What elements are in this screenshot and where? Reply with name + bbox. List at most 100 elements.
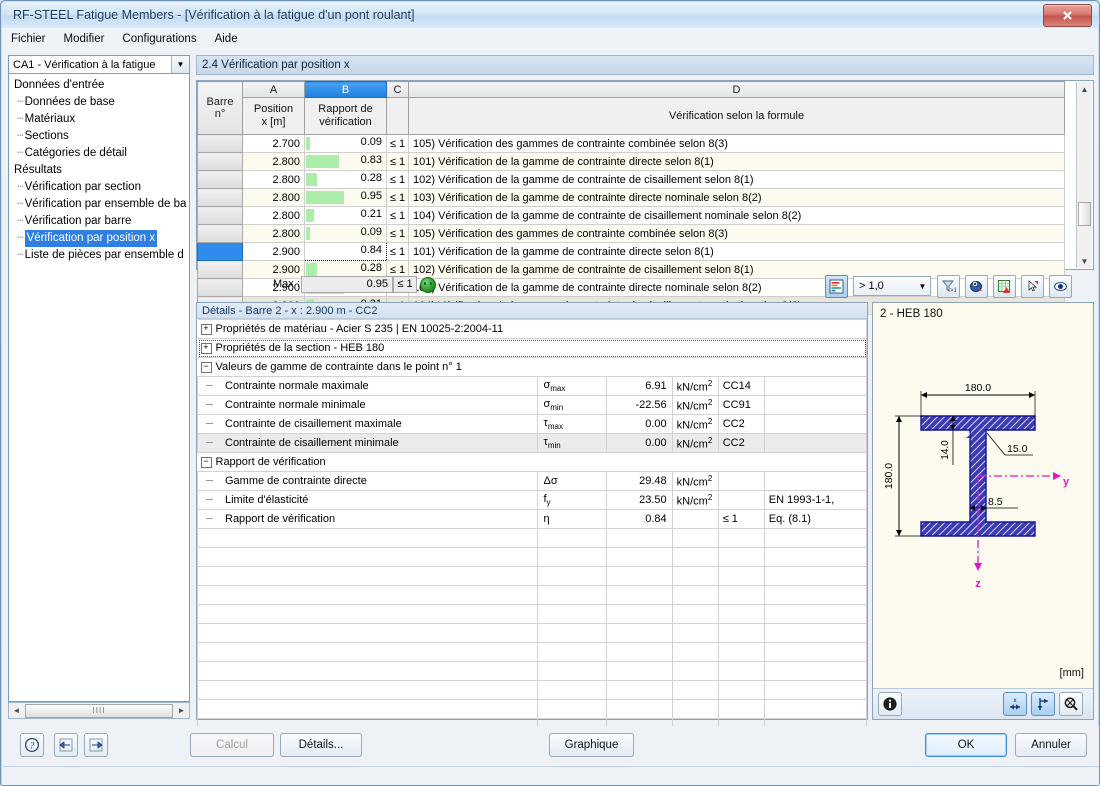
menu-item-configurations[interactable]: Configurations — [113, 30, 205, 48]
row-selector-cell[interactable] — [197, 170, 243, 189]
color-bars-button[interactable] — [825, 275, 848, 298]
details-group-row[interactable]: + Propriétés de matériau - Acier S 235 | … — [197, 319, 867, 339]
ok-button[interactable]: OK — [925, 733, 1007, 757]
row-selector-cell[interactable] — [197, 206, 243, 225]
filter-combo[interactable]: > 1,0 ▼ — [853, 276, 931, 296]
table-row[interactable]: 2.800 0.28 ≤ 1 102) Vérification de la gamm… — [197, 170, 1065, 189]
menu-item-aide[interactable]: Aide — [206, 30, 247, 48]
column-letter-c[interactable]: C — [386, 81, 409, 98]
row-selector-cell[interactable] — [197, 152, 243, 171]
details-loadcase — [717, 471, 765, 491]
graphique-button[interactable]: Graphique — [549, 733, 634, 757]
expander-icon[interactable]: + — [200, 323, 212, 335]
sidebar-item[interactable]: ┄ Vérification par barre — [9, 213, 189, 230]
details-button[interactable]: Détails... — [280, 733, 362, 757]
column-header-formula: Vérification selon la formule — [408, 97, 1065, 135]
zoom-button[interactable] — [1059, 692, 1083, 716]
details-row[interactable]: Contrainte de cisaillement maximale τmax 0… — [196, 414, 868, 434]
sidebar-item[interactable]: ┄ Données de base — [9, 94, 189, 111]
table-row[interactable]: 2.700 0.09 ≤ 1 105) Vérification des gammes… — [197, 134, 1065, 153]
cursor-arrow-icon — [1028, 280, 1038, 292]
scroll-down-icon[interactable]: ▼ — [1077, 254, 1092, 268]
sidebar-item[interactable]: ┄ Vérification par ensemble de ba — [9, 196, 189, 213]
row-selector-cell[interactable] — [197, 188, 243, 207]
close-button[interactable] — [1043, 4, 1092, 27]
cell-position: 2.800 — [242, 152, 305, 171]
filter-button[interactable]: >1 — [937, 275, 960, 298]
cell-ratio: 0.83 — [304, 152, 387, 171]
dimension-x-button[interactable]: x — [1003, 692, 1027, 716]
annuler-button[interactable]: Annuler — [1015, 733, 1087, 757]
details-group-label[interactable]: + Propriétés de la section - HEB 180 — [197, 338, 867, 358]
row-selector-cell[interactable] — [197, 224, 243, 243]
sidebar-item[interactable]: ┄ Matériaux — [9, 111, 189, 128]
sidebar-item[interactable]: ┄ Liste de pièces par ensemble d — [9, 247, 189, 264]
menu-item-modifier[interactable]: Modifier — [55, 30, 114, 48]
application-window: RF-STEEL Fatigue Members - [Vérification… — [0, 0, 1100, 786]
details-label — [196, 623, 539, 643]
sidebar-item[interactable]: ┄ Sections — [9, 128, 189, 145]
column-letter-b[interactable]: B — [304, 81, 387, 98]
menu-item-fichier[interactable]: Fichier — [2, 30, 55, 48]
axes-button[interactable] — [1031, 692, 1055, 716]
details-row[interactable]: Contrainte normale minimale σmin -22.56 kN/… — [196, 395, 868, 415]
results-table-scrollbar[interactable]: ▲ ▼ — [1076, 82, 1092, 268]
details-loadcase — [717, 585, 765, 605]
sidebar-item[interactable]: Résultats — [9, 162, 189, 179]
details-row[interactable]: Gamme de contrainte directe Δσ 29.48 kN/cm2 — [196, 471, 868, 491]
table-row[interactable]: 2.900 0.84 ≤ 1 101) Vérification de la gamm… — [197, 242, 1065, 261]
calcul-button[interactable]: Calcul — [190, 733, 274, 757]
details-empty-row — [196, 547, 868, 567]
next-button[interactable] — [84, 733, 108, 757]
column-letter-row: Barre n° A B C D — [197, 81, 1065, 135]
scrollbar-thumb[interactable]: IIII — [25, 703, 173, 718]
details-row[interactable]: Contrainte de cisaillement minimale τmin 0… — [196, 433, 868, 453]
scroll-right-icon[interactable]: ► — [174, 706, 189, 715]
table-row[interactable]: 2.800 0.83 ≤ 1 101) Vérification de la gamm… — [197, 152, 1065, 171]
details-group-label[interactable]: − Rapport de vérification — [197, 452, 867, 472]
details-remark — [763, 376, 868, 396]
cell-formula: 102) Vérification de la gamme de contrai… — [408, 170, 1065, 189]
expander-icon[interactable]: − — [200, 361, 212, 373]
details-label — [196, 528, 539, 548]
navigation-tree: Données d'entrée ┄ Données de base ┄ Matéria… — [8, 74, 190, 702]
scroll-up-icon[interactable]: ▲ — [1077, 82, 1092, 96]
table-row[interactable]: 2.800 0.09 ≤ 1 105) Vérification des gammes… — [197, 224, 1065, 243]
expander-icon[interactable]: − — [200, 456, 212, 468]
details-remark — [763, 585, 868, 605]
info-button[interactable] — [878, 692, 902, 716]
view-button[interactable] — [1049, 275, 1072, 298]
details-group-row[interactable]: − Valeurs de gamme de contrainte dans le … — [197, 357, 867, 377]
details-group-label[interactable]: + Propriétés de matériau - Acier S 235 | … — [197, 319, 867, 339]
scrollbar-thumb[interactable] — [1078, 202, 1091, 226]
details-group-row[interactable]: + Propriétés de la section - HEB 180 — [197, 338, 867, 358]
case-selector-combo[interactable]: CA1 - Vérification à la fatigue ▼ — [8, 55, 190, 74]
details-row[interactable]: Limite d'élasticité fy 23.50 kN/cm2 EN 1993-… — [196, 490, 868, 510]
scroll-left-icon[interactable]: ◄ — [9, 706, 24, 715]
expander-icon[interactable]: + — [200, 342, 212, 354]
cell-formula: 105) Vérification des gammes de contrain… — [408, 224, 1065, 243]
sidebar-item[interactable]: Données d'entrée — [9, 77, 189, 94]
palette-icon — [970, 281, 983, 292]
table-row[interactable]: 2.800 0.95 ≤ 1 103) Vérification de la gamm… — [197, 188, 1065, 207]
export-excel-button[interactable] — [993, 275, 1016, 298]
column-letter-a[interactable]: A — [242, 81, 305, 98]
sidebar-item[interactable]: ┄ Vérification par position x — [9, 230, 189, 247]
details-row[interactable]: Contrainte normale maximale σmax 6.91 kN/cm… — [196, 376, 868, 396]
previous-button[interactable] — [54, 733, 78, 757]
details-symbol — [537, 547, 607, 567]
details-remark — [763, 661, 868, 681]
sidebar-item[interactable]: ┄ Vérification par section — [9, 179, 189, 196]
column-letter-d[interactable]: D — [408, 81, 1065, 98]
help-button[interactable]: ? — [20, 733, 44, 757]
details-row[interactable]: Rapport de vérification η 0.84 ≤ 1 Eq. (8.1) — [196, 509, 868, 529]
table-row[interactable]: 2.800 0.21 ≤ 1 104) Vérification de la gamm… — [197, 206, 1065, 225]
row-selector-cell[interactable] — [197, 242, 243, 261]
details-group-label[interactable]: − Valeurs de gamme de contrainte dans le … — [197, 357, 867, 377]
pick-in-graphic-button[interactable] — [1021, 275, 1044, 298]
tree-horizontal-scrollbar[interactable]: ◄ IIII ► — [8, 702, 190, 719]
render-colors-button[interactable] — [965, 275, 988, 298]
row-selector-cell[interactable] — [197, 134, 243, 153]
details-group-row[interactable]: − Rapport de vérification — [197, 452, 867, 472]
sidebar-item[interactable]: ┄ Catégories de détail — [9, 145, 189, 162]
